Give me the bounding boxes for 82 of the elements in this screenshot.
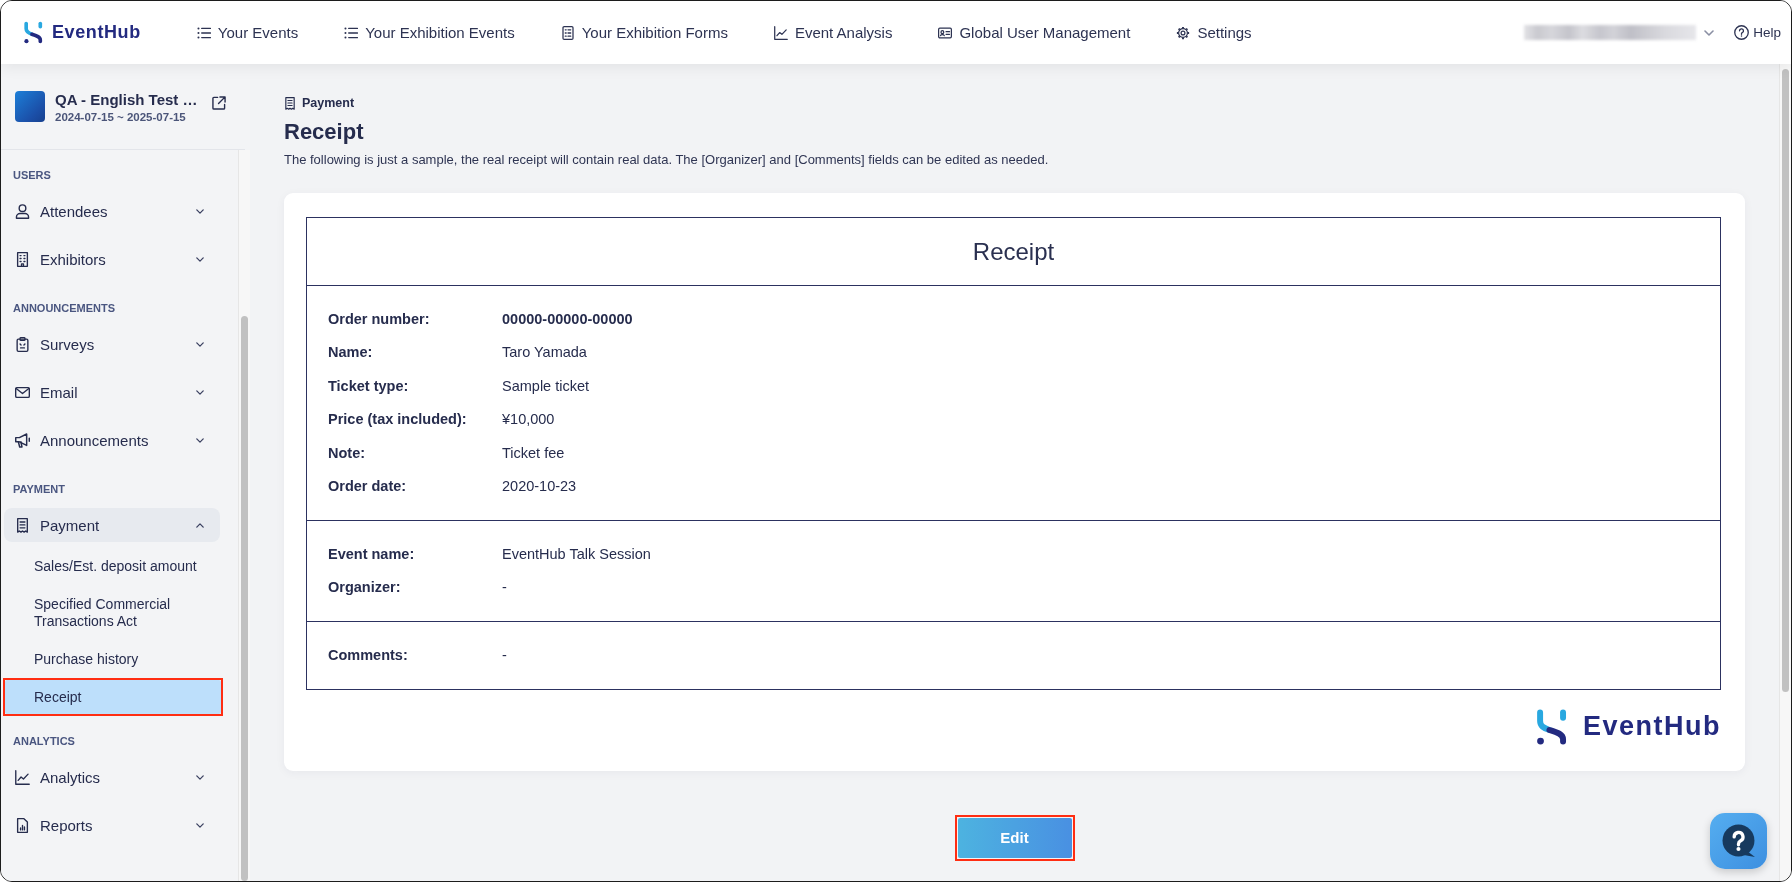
scrollbar-thumb[interactable]	[1782, 69, 1789, 692]
field-value: EventHub Talk Session	[502, 545, 651, 562]
field-value: 00000-00000-00000	[502, 310, 633, 327]
sidebar-subitem[interactable]: Receipt	[5, 680, 221, 714]
sidebar-subitem[interactable]: Specified Commercial Transactions Act	[5, 587, 221, 638]
nav-link[interactable]: Your Exhibition Forms	[560, 24, 728, 41]
help-icon	[1734, 25, 1750, 40]
field-value: 2020-10-23	[502, 478, 577, 495]
question-bubble-icon	[1721, 824, 1756, 858]
receipt-title: Receipt	[307, 218, 1720, 286]
person-icon	[15, 203, 30, 219]
nav-link[interactable]: Your Events	[196, 24, 299, 41]
chevron-up-icon	[196, 522, 204, 528]
receipt-icon	[284, 96, 296, 110]
chevron-down-icon	[1704, 29, 1715, 36]
page-title: Receipt	[284, 119, 365, 145]
section-heading: USERS	[12, 168, 52, 183]
sidebar-item[interactable]: Email	[4, 375, 220, 409]
field-value: Taro Yamada	[502, 344, 587, 361]
logo-icon	[1535, 707, 1569, 746]
sidebar-item[interactable]: Attendees	[4, 194, 220, 228]
page-description: The following is just a sample, the real receipt will contain real data. The [Organizer] and [Comments] fields can be edited as needed.	[284, 151, 1050, 168]
field-label: Name:	[328, 344, 374, 361]
field-label: Price (tax included):	[328, 411, 468, 428]
field-label: Order number:	[328, 310, 431, 327]
chevron-down-icon	[196, 389, 204, 395]
event-dates: 2024-07-15 ~ 2025-07-15	[55, 110, 187, 123]
list-icon	[344, 25, 359, 40]
list-icon	[196, 25, 211, 40]
sidebar-item[interactable]: Announcements	[4, 423, 220, 457]
line-chart-icon	[773, 25, 788, 40]
sidebar-subitem[interactable]: Purchase history	[5, 642, 221, 676]
field-label: Order date:	[328, 478, 408, 495]
document-icon	[560, 25, 575, 40]
section-heading: PAYMENT	[12, 482, 66, 497]
section-heading: ANNOUNCEMENTS	[12, 301, 117, 316]
id-card-icon	[938, 25, 953, 40]
logo-icon	[23, 21, 44, 44]
receipt-icon	[15, 517, 30, 533]
sidebar-item[interactable]: Payment	[4, 508, 220, 542]
sidebar-item[interactable]: Exhibitors	[4, 242, 220, 276]
chevron-down-icon	[196, 341, 204, 347]
field-label: Ticket type:	[328, 377, 410, 394]
scrollbar-thumb[interactable]	[241, 316, 248, 881]
chevron-down-icon	[196, 256, 204, 262]
sidebar-item[interactable]: Analytics	[4, 760, 220, 794]
nav-link[interactable]: Global User Management	[938, 24, 1131, 41]
external-link-icon[interactable]	[211, 95, 226, 110]
envelope-icon	[15, 384, 30, 400]
line-chart-icon	[15, 769, 30, 785]
field-label: Comments:	[328, 646, 409, 663]
clipboard-icon	[15, 336, 30, 352]
logo-text: EventHub	[1583, 711, 1721, 742]
field-label: Organizer:	[328, 579, 402, 596]
field-label: Event name:	[328, 545, 416, 562]
home-link[interactable]: EventHub	[23, 21, 141, 44]
sidebar-subitem[interactable]: Sales/Est. deposit amount	[5, 549, 221, 583]
image-placeholder	[15, 91, 45, 122]
field-value: Sample ticket	[502, 377, 590, 394]
chevron-down-icon	[196, 774, 204, 780]
help-link[interactable]: Help	[1734, 25, 1781, 40]
sidebar-item[interactable]: Surveys	[4, 327, 220, 361]
event-title: QA - English Test …	[55, 90, 198, 108]
chevron-down-icon	[196, 822, 204, 828]
nav-link[interactable]: Settings	[1176, 24, 1252, 41]
field-value: Ticket fee	[502, 444, 565, 461]
document-chart-icon	[15, 817, 30, 833]
field-value: -	[502, 646, 507, 663]
breadcrumb: Payment	[302, 96, 355, 110]
field-value: -	[502, 579, 507, 596]
chevron-down-icon	[196, 208, 204, 214]
chevron-down-icon	[196, 437, 204, 443]
field-value: ¥10,000	[502, 411, 555, 428]
sidebar-item[interactable]: Reports	[4, 808, 220, 842]
help-chat-button[interactable]	[1710, 813, 1767, 869]
megaphone-icon	[15, 432, 30, 448]
nav-link[interactable]: Event Analysis	[773, 24, 893, 41]
section-heading: ANALYTICS	[12, 734, 76, 749]
nav-link[interactable]: Your Exhibition Events	[344, 24, 515, 41]
building-icon	[15, 251, 30, 267]
field-label: Note:	[328, 444, 367, 461]
settings-icon	[1176, 25, 1191, 40]
